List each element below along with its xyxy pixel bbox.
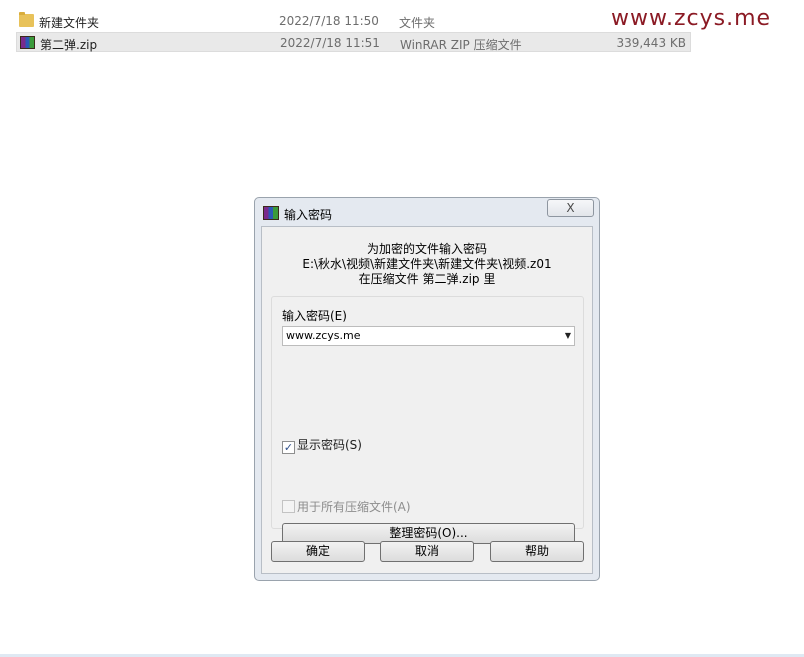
help-button[interactable]: 帮助 — [490, 541, 584, 562]
folder-icon — [19, 12, 34, 27]
use-for-all-checkbox[interactable]: 用于所有压缩文件(A) — [282, 498, 411, 515]
password-value: www.zcys.me — [286, 329, 361, 342]
show-password-checkbox[interactable]: ✓ 显示密码(S) — [282, 436, 362, 454]
file-name: 第二弹.zip — [40, 38, 98, 52]
file-date: 2022/7/18 11:50 — [279, 14, 379, 28]
checkbox-checked-icon[interactable]: ✓ — [282, 441, 295, 454]
file-size: 339,443 KB — [616, 36, 686, 50]
info-line-3: 在压缩文件 第二弹.zip 里 — [358, 272, 496, 286]
file-type: WinRAR ZIP 压缩文件 — [400, 38, 522, 52]
show-password-label: 显示密码(S) — [297, 438, 362, 452]
password-input[interactable]: www.zcys.me ▼ — [282, 326, 575, 346]
close-button[interactable]: X — [547, 199, 594, 217]
watermark-text: www.zcys.me — [611, 6, 772, 31]
use-for-all-label: 用于所有压缩文件(A) — [297, 500, 411, 514]
ok-button[interactable]: 确定 — [271, 541, 365, 562]
dropdown-arrow-icon[interactable]: ▼ — [565, 327, 571, 345]
file-name: 新建文件夹 — [39, 16, 100, 30]
winrar-app-icon — [263, 206, 279, 220]
dialog-body: 为加密的文件输入密码 E:\秋水\视频\新建文件夹\新建文件夹\视频.z01 在… — [261, 226, 593, 574]
password-group: 输入密码(E) www.zcys.me ▼ ✓ 显示密码(S) 用于所有压缩文件(… — [271, 296, 584, 544]
winrar-archive-icon — [20, 36, 35, 49]
password-dialog: 输入密码 X 为加密的文件输入密码 E:\秋水\视频\新建文件夹\新建文件夹\视… — [254, 197, 600, 581]
file-row-folder[interactable]: 新建文件夹 2022/7/18 11:50 文件夹 — [16, 11, 691, 31]
file-date: 2022/7/18 11:51 — [280, 36, 380, 50]
cancel-button[interactable]: 取消 — [380, 541, 474, 562]
password-label: 输入密码(E) — [282, 309, 347, 323]
file-type: 文件夹 — [399, 16, 436, 30]
dialog-title: 输入密码 — [284, 208, 333, 222]
checkbox-unchecked-icon[interactable] — [282, 500, 295, 513]
file-row-zip[interactable]: 第二弹.zip 2022/7/18 11:51 WinRAR ZIP 压缩文件 … — [16, 32, 691, 52]
